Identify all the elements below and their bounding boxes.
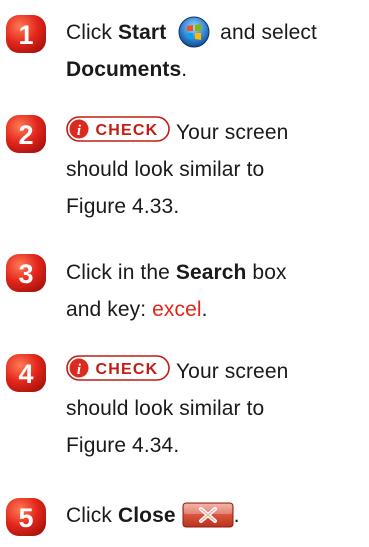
check-circle-icon: i CHECK [66, 355, 170, 381]
step-4-text: i CHECK Your screen should look similar … [66, 353, 288, 464]
close-x-icon[interactable] [182, 502, 234, 528]
start-label: Start [117, 21, 167, 44]
svg-text:3: 3 [18, 259, 33, 289]
check-circle-icon: i CHECK [66, 116, 170, 142]
svg-text:2: 2 [18, 120, 33, 150]
step-number-badge-5-icon: 5 [6, 498, 46, 536]
close-label: Close [117, 504, 176, 527]
step-number-badge-3-icon: 3 [6, 254, 46, 292]
step-number-badge-2-icon: 2 [6, 115, 46, 153]
step-1-text: Click Start and select Documents. [66, 14, 317, 88]
svg-text:i: i [77, 362, 82, 378]
windows-start-orb-icon[interactable] [178, 16, 210, 48]
search-label: Search [175, 261, 247, 284]
step-5-text: Click Close . [66, 502, 240, 528]
step-number-badge-1-icon: 1 [6, 15, 46, 53]
step-number-badge-4-icon: 4 [6, 354, 46, 392]
documents-label: Documents [66, 58, 182, 81]
svg-text:CHECK: CHECK [96, 361, 159, 378]
svg-text:1: 1 [18, 20, 33, 50]
step-2-text: i CHECK Your screen should look similar … [66, 114, 288, 225]
typed-value-excel: excel [152, 298, 202, 321]
step-3-text: Click in the Search box and key: excel. [66, 261, 287, 321]
svg-text:i: i [77, 123, 82, 139]
svg-text:CHECK: CHECK [96, 122, 159, 139]
svg-text:5: 5 [18, 503, 33, 533]
svg-text:4: 4 [18, 359, 33, 389]
